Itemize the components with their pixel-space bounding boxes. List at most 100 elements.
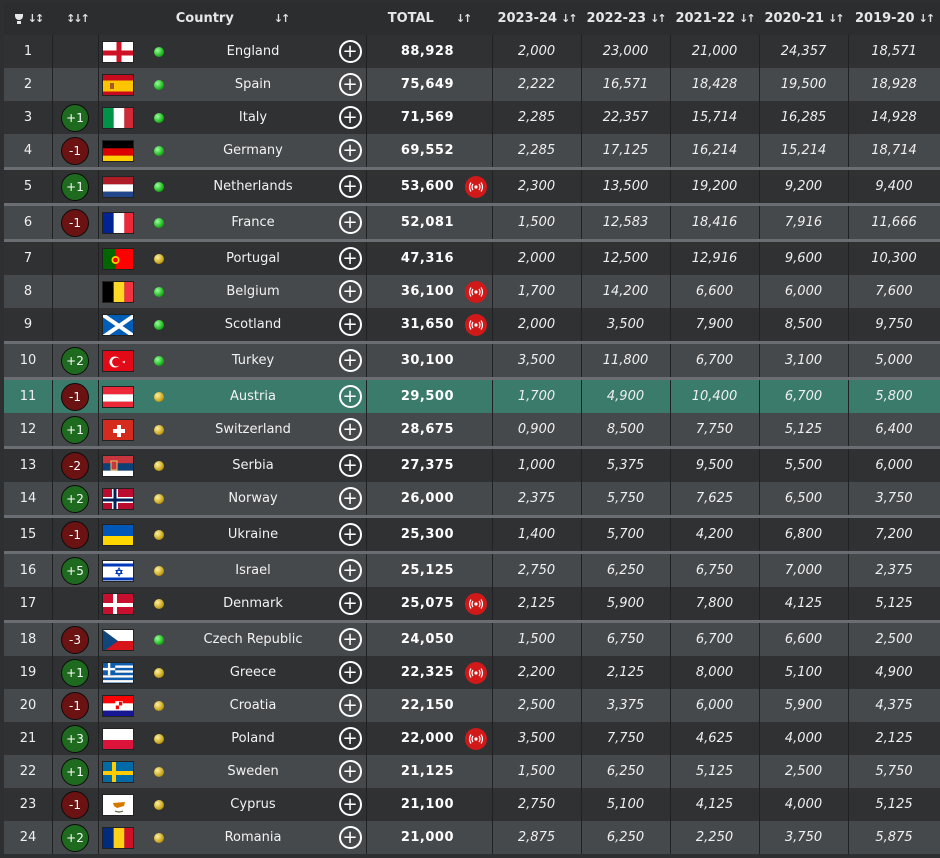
season-value: 5,125 — [784, 422, 823, 437]
table-row[interactable]: 1 England +88,928 2,000 23,000 21,000 24,357 18… — [4, 35, 940, 68]
plus-circle-icon[interactable]: + — [338, 592, 362, 615]
plus-circle-icon[interactable]: + — [338, 139, 362, 162]
plus-circle-icon[interactable]: + — [338, 175, 362, 198]
country-name[interactable]: Sweden — [164, 755, 342, 788]
plus-circle-icon[interactable]: + — [338, 523, 362, 546]
plus-circle-icon[interactable]: + — [338, 559, 362, 582]
plus-circle-icon[interactable]: + — [338, 760, 362, 783]
table-row[interactable]: 17 Denmark +25,075 2,125 5,900 7,800 4,125 5,12… — [4, 587, 940, 620]
season-header-2019-20[interactable]: 2019-20 ↓↑ — [848, 2, 940, 35]
country-name[interactable]: Switzerland — [164, 413, 342, 446]
country-name[interactable]: Serbia — [164, 449, 342, 482]
country-name[interactable]: Spain — [164, 68, 342, 101]
plus-circle-icon[interactable]: + — [338, 454, 362, 477]
country-name[interactable]: Romania — [164, 821, 342, 854]
season-header-2023-24[interactable]: 2023-24 ↓↑ — [492, 2, 581, 35]
change-sort-header[interactable]: ↕↓↑ — [52, 2, 98, 35]
country-name[interactable]: France — [164, 206, 342, 239]
table-row[interactable]: 18 -3 Czech Republic +24,050 1,500 6,750 6,700… — [4, 620, 940, 656]
table-row[interactable]: 15 -1 Ukraine +25,300 1,400 5,700 4,200 6,800 7,… — [4, 515, 940, 551]
live-broadcast-icon[interactable] — [465, 661, 487, 684]
season-value: 6,000 — [875, 458, 913, 473]
country-name[interactable]: Israel — [164, 554, 342, 587]
live-broadcast-icon[interactable] — [465, 175, 487, 198]
live-broadcast-icon[interactable] — [465, 727, 487, 750]
total-value: 22,325 — [400, 665, 454, 680]
table-row[interactable]: 14 +2 Norway +26,000 2,375 5,750 7,625 6,500 3,7… — [4, 482, 940, 515]
live-broadcast-icon[interactable] — [465, 592, 487, 615]
plus-circle-icon[interactable]: + — [338, 826, 362, 849]
plus-circle-icon[interactable]: + — [338, 247, 362, 270]
table-row[interactable]: 22 +1 Sweden +21,125 1,500 6,250 5,125 2,500 5,7… — [4, 755, 940, 788]
plus-circle-icon[interactable]: + — [338, 349, 362, 372]
table-row[interactable]: 11 -1 Austria +29,500 1,700 4,900 10,400 6,700 5… — [4, 377, 940, 413]
country-name[interactable]: Portugal — [164, 242, 342, 275]
season-header-2022-23[interactable]: 2022-23 ↓↑ — [581, 2, 670, 35]
live-broadcast-icon[interactable] — [465, 280, 487, 303]
country-name[interactable]: Belgium — [164, 275, 342, 308]
table-row[interactable]: 10 +2 Turkey +30,100 3,500 11,800 6,700 3,100 5,… — [4, 341, 940, 377]
country-name[interactable]: Poland — [164, 722, 342, 755]
country-name[interactable]: Scotland — [164, 308, 342, 341]
country-name[interactable]: Croatia — [164, 689, 342, 722]
country-name[interactable]: England — [164, 35, 342, 68]
rank-cell: 10 — [19, 353, 37, 368]
plus-circle-icon[interactable]: + — [338, 385, 362, 408]
table-row[interactable]: 16 +5 Israel +25,125 2,750 6,250 6,750 7,000 2,3… — [4, 551, 940, 587]
country-name[interactable]: Denmark — [164, 587, 342, 620]
plus-circle-icon[interactable]: + — [338, 106, 362, 129]
season-value: 16,285 — [780, 110, 827, 125]
table-row[interactable]: 13 -2 Serbia +27,375 1,000 5,375 9,500 5,500 6,0… — [4, 446, 940, 482]
plus-circle-icon[interactable]: + — [338, 694, 362, 717]
table-row[interactable]: 19 +1 Greece +22,325 2,200 2,125 8,000 5,100 4,9… — [4, 656, 940, 689]
total-value: 30,100 — [400, 353, 454, 368]
country-name[interactable]: Norway — [164, 482, 342, 515]
country-name[interactable]: Austria — [164, 380, 342, 413]
total-value: 52,081 — [400, 215, 454, 230]
country-name[interactable]: Germany — [164, 134, 342, 167]
table-row[interactable]: 9 Scotland +31,650 2,000 3,500 7,900 8,500 9,75… — [4, 308, 940, 341]
table-row[interactable]: 12 +1 Switzerland +28,675 0,900 8,500 7,750 5,1… — [4, 413, 940, 446]
country-name[interactable]: Turkey — [164, 344, 342, 377]
table-row[interactable]: 24 +2 Romania +21,000 2,875 6,250 2,250 3,750 5,… — [4, 821, 940, 854]
table-row[interactable]: 5 +1 Netherlands +53,600 2,300 13,500 19,200 9,… — [4, 167, 940, 203]
plus-circle-icon[interactable]: + — [338, 661, 362, 684]
plus-circle-icon[interactable]: + — [338, 793, 362, 816]
table-row[interactable]: 2 Spain +75,649 2,222 16,571 18,428 19,500 18,9… — [4, 68, 940, 101]
table-row[interactable]: 8 Belgium +36,100 1,700 14,200 6,600 6,000 7,60… — [4, 275, 940, 308]
country-name[interactable]: Italy — [164, 101, 342, 134]
plus-circle-icon[interactable]: + — [338, 418, 362, 441]
season-value: 4,125 — [695, 797, 734, 812]
table-row[interactable]: 21 +3 Poland +22,000 3,500 7,750 4,625 4,000 2,1… — [4, 722, 940, 755]
season-header-2020-21[interactable]: 2020-21 ↓↑ — [759, 2, 848, 35]
flag-cell — [98, 722, 138, 755]
rank-cell: 14 — [19, 491, 37, 506]
table-row[interactable]: 4 -1 Germany +69,552 2,285 17,125 16,214 15,214… — [4, 134, 940, 167]
country-name[interactable]: Greece — [164, 656, 342, 689]
plus-circle-icon[interactable]: + — [338, 73, 362, 96]
country-header[interactable]: Country ↓↑ — [98, 2, 366, 35]
table-row[interactable]: 6 -1 France +52,081 1,500 12,583 18,416 7,916 11… — [4, 203, 940, 239]
plus-circle-icon[interactable]: + — [338, 211, 362, 234]
table-row[interactable]: 23 -1 Cyprus +21,100 2,750 5,100 4,125 4,000 5,1… — [4, 788, 940, 821]
total-header[interactable]: TOTAL ↓↑ — [366, 2, 492, 35]
country-name[interactable]: Netherlands — [164, 170, 342, 203]
plus-circle-icon[interactable]: + — [338, 628, 362, 651]
live-broadcast-icon[interactable] — [465, 313, 487, 336]
plus-circle-icon[interactable]: + — [338, 487, 362, 510]
country-name[interactable]: Cyprus — [164, 788, 342, 821]
status-dot-icon — [154, 460, 164, 471]
table-row[interactable]: 20 -1 Croatia +22,150 2,500 3,375 6,000 5,900 4,… — [4, 689, 940, 722]
plus-circle-icon[interactable]: + — [338, 280, 362, 303]
turkey-flag-icon — [102, 349, 134, 372]
table-row[interactable]: 3 +1 Italy +71,569 2,285 22,357 15,714 16,285 14… — [4, 101, 940, 134]
country-name[interactable]: Czech Republic — [164, 623, 342, 656]
season-value: 15,714 — [691, 110, 738, 125]
plus-circle-icon[interactable]: + — [338, 313, 362, 336]
country-name[interactable]: Ukraine — [164, 518, 342, 551]
season-header-2021-22[interactable]: 2021-22 ↓↑ — [670, 2, 759, 35]
plus-circle-icon[interactable]: + — [338, 727, 362, 750]
table-row[interactable]: 7 Portugal +47,316 2,000 12,500 12,916 9,600 10… — [4, 239, 940, 275]
plus-circle-icon[interactable]: + — [338, 40, 362, 63]
rank-sort-header[interactable]: ↓↕ — [4, 2, 52, 35]
